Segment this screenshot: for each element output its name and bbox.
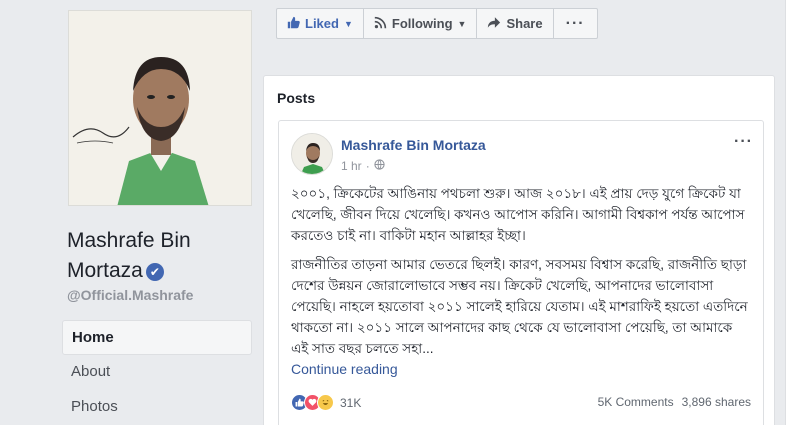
right-column-edge bbox=[785, 0, 790, 425]
page-title-line1: Mashrafe Bin bbox=[67, 229, 191, 252]
post-paragraph: রাজনীতির তাড়না আমার ভেতরে ছিলই। কারণ, স… bbox=[291, 257, 748, 356]
liked-button[interactable]: Liked ▼ bbox=[277, 9, 364, 38]
page-handle[interactable]: @Official.Mashrafe bbox=[67, 287, 193, 303]
chevron-down-icon: ▼ bbox=[457, 18, 467, 29]
post-author-link[interactable]: Mashrafe Bin Mortaza bbox=[341, 137, 486, 153]
avatar[interactable] bbox=[291, 133, 333, 175]
more-options-button[interactable]: ··· bbox=[554, 9, 597, 38]
profile-picture[interactable] bbox=[68, 10, 252, 206]
post-timestamp[interactable]: 1 hr bbox=[341, 159, 362, 173]
page-title-line2: Mortaza bbox=[67, 259, 143, 282]
following-label: Following bbox=[391, 16, 453, 31]
post-stats: 5K Comments 3,896 shares bbox=[598, 395, 751, 409]
nav-item-about[interactable]: About bbox=[62, 355, 252, 390]
nav-item-photos[interactable]: Photos bbox=[62, 390, 252, 425]
posts-heading: Posts bbox=[277, 90, 316, 106]
haha-reaction-icon bbox=[317, 394, 334, 411]
post-paragraph: ২০০১, ক্রিকেটের আঙিনায় পথচলা শুরু। আজ ২… bbox=[291, 186, 745, 243]
rss-icon bbox=[374, 16, 387, 32]
post-options-button[interactable]: ··· bbox=[734, 133, 753, 151]
share-label: Share bbox=[506, 16, 543, 31]
post-meta: 1 hr · bbox=[341, 159, 385, 173]
post-body: ২০০১, ক্রিকেটের আঙিনায় পথচলা শুরু। আজ ২… bbox=[291, 183, 753, 367]
page-action-bar: Liked ▼ Following ▼ Share ··· bbox=[276, 8, 598, 39]
reaction-count: 31K bbox=[340, 395, 362, 410]
continue-reading-link[interactable]: Continue reading bbox=[291, 361, 398, 377]
left-nav: Home About Photos bbox=[62, 320, 252, 425]
posts-section: Posts Mashrafe Bin Mortaza 1 hr · ··· ২০… bbox=[263, 75, 775, 425]
post-card: Mashrafe Bin Mortaza 1 hr · ··· ২০০১, ক্… bbox=[278, 120, 764, 425]
following-button[interactable]: Following ▼ bbox=[364, 9, 478, 38]
comments-count-link[interactable]: 5K Comments bbox=[598, 395, 674, 409]
globe-icon[interactable] bbox=[374, 159, 385, 173]
chevron-down-icon: ▼ bbox=[343, 18, 353, 29]
reactions-summary[interactable]: 31K bbox=[291, 394, 361, 411]
verified-badge-icon: ✔ bbox=[145, 263, 164, 281]
thumbs-up-icon bbox=[287, 16, 300, 32]
shares-count-link[interactable]: 3,896 shares bbox=[682, 395, 751, 409]
page-title: Mashrafe Bin Mortaza ✔ bbox=[67, 226, 257, 286]
separator-dot: · bbox=[365, 159, 370, 173]
share-arrow-icon bbox=[487, 16, 501, 32]
share-button[interactable]: Share bbox=[477, 9, 554, 38]
nav-item-home[interactable]: Home bbox=[62, 320, 252, 355]
liked-label: Liked bbox=[305, 16, 339, 31]
